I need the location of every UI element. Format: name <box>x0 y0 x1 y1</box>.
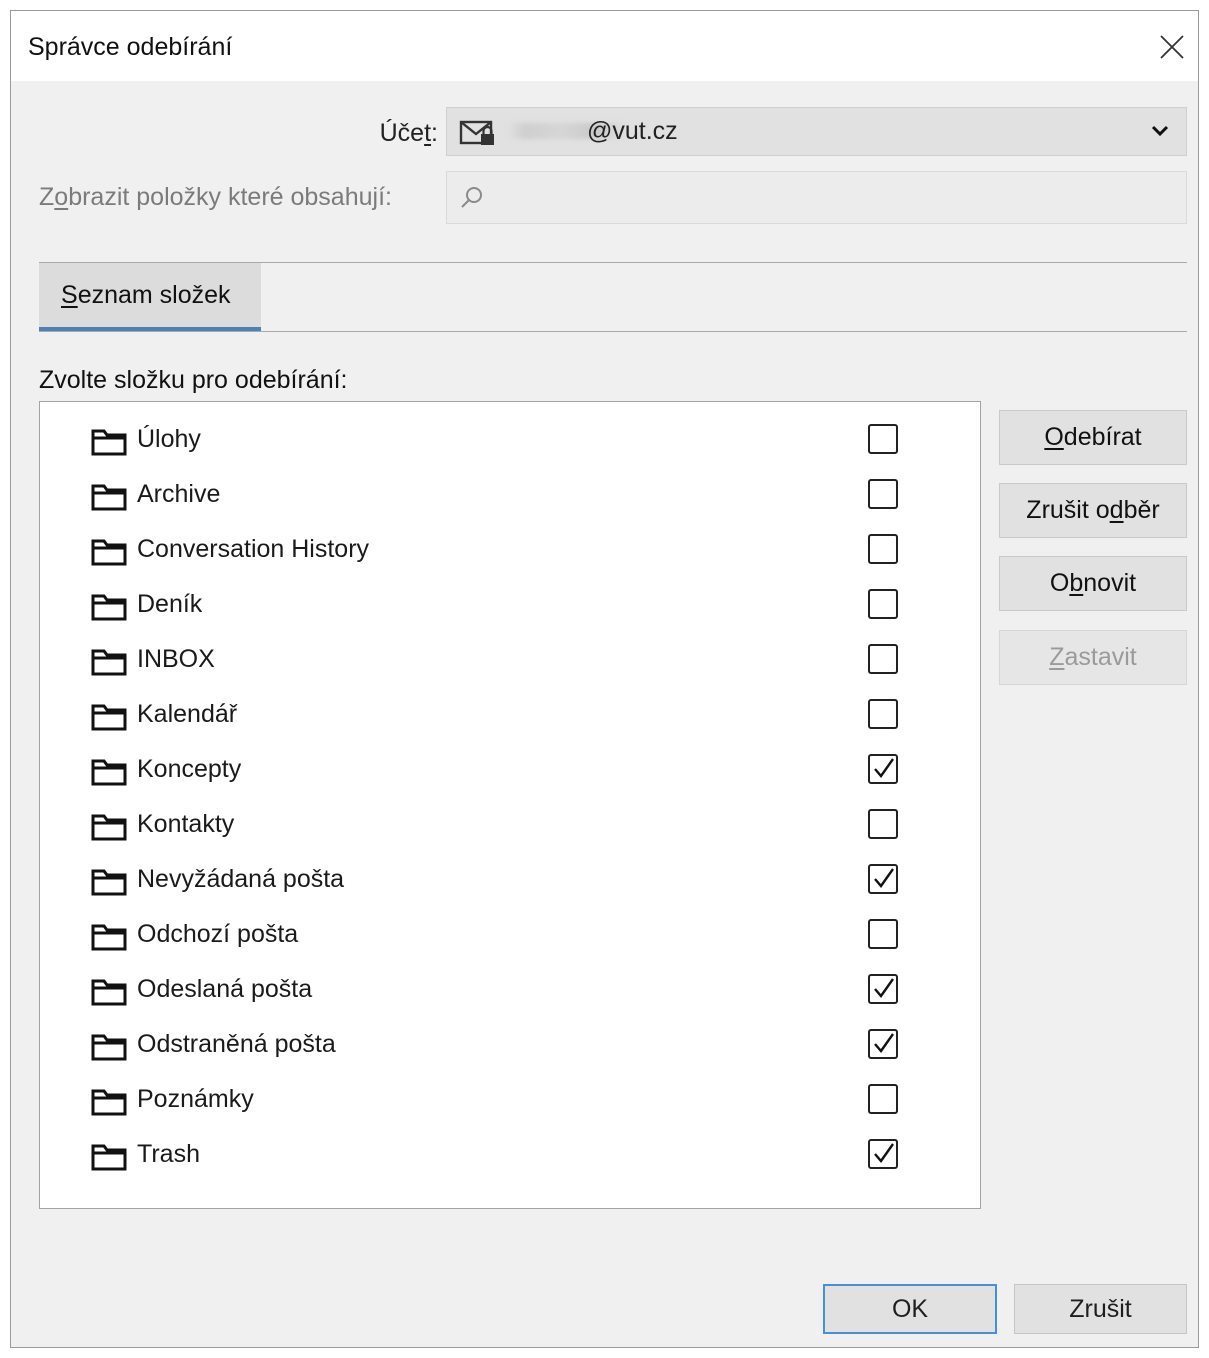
mail-lock-icon <box>459 120 494 145</box>
stop-button[interactable]: Zastavit <box>999 630 1187 685</box>
folder-row[interactable]: Kalendář <box>40 688 980 743</box>
tab-divider-bottom <box>39 331 1187 332</box>
search-icon <box>461 187 482 208</box>
folder-row[interactable]: INBOX <box>40 633 980 688</box>
folder-row[interactable]: Úlohy <box>40 413 980 468</box>
account-label: Účet: <box>379 119 438 147</box>
tab-label: Seznam složek <box>61 281 231 309</box>
subscribe-checkbox[interactable] <box>868 534 898 564</box>
folder-name: Archive <box>137 480 221 508</box>
folder-row[interactable]: Poznámky <box>40 1073 980 1128</box>
subscribe-checkbox[interactable] <box>868 1084 898 1114</box>
folder-icon <box>91 702 127 737</box>
folder-list-label: Zvolte složku pro odebírání: <box>39 366 348 394</box>
folder-icon <box>91 867 127 902</box>
folder-row[interactable]: Conversation History <box>40 523 980 578</box>
folder-name: Conversation History <box>137 535 370 563</box>
folder-row[interactable]: Koncepty <box>40 743 980 798</box>
folder-row[interactable]: Deník <box>40 578 980 633</box>
folder-list[interactable]: Úlohy Archive Conversation History Deník INB… <box>39 401 981 1209</box>
subscribe-checkbox[interactable] <box>868 1029 898 1059</box>
folder-name: Trash <box>137 1140 200 1168</box>
title-bar: Správce odebírání <box>11 11 1198 81</box>
tab-folder-list[interactable]: Seznam složek <box>39 263 261 331</box>
folder-icon <box>91 1087 127 1122</box>
subscribe-checkbox[interactable] <box>868 919 898 949</box>
subscribe-checkbox[interactable] <box>868 424 898 454</box>
folder-name: INBOX <box>137 645 215 673</box>
folder-name: Odeslaná pošta <box>137 975 313 1003</box>
folder-icon <box>91 1032 127 1067</box>
folder-name: Kalendář <box>137 700 238 728</box>
folder-icon <box>91 1142 127 1177</box>
subscription-manager-dialog: Správce odebírání Účet: @vut.cz Zobrazit… <box>10 10 1199 1348</box>
folder-icon <box>91 977 127 1012</box>
filter-label: Zobrazit položky které obsahují: <box>39 183 392 211</box>
folder-name: Kontakty <box>137 810 235 838</box>
subscribe-checkbox[interactable] <box>868 1139 898 1169</box>
folder-name: Úlohy <box>137 425 201 453</box>
chevron-down-icon <box>1151 125 1169 137</box>
folder-row[interactable]: Kontakty <box>40 798 980 853</box>
subscribe-checkbox[interactable] <box>868 479 898 509</box>
account-dropdown[interactable]: @vut.cz <box>446 107 1187 156</box>
unsubscribe-button[interactable]: Zrušit odběr <box>999 483 1187 538</box>
folder-icon <box>91 427 127 462</box>
ok-button[interactable]: OK <box>823 1284 997 1334</box>
filter-search-box[interactable] <box>446 171 1187 224</box>
folder-icon <box>91 592 127 627</box>
cancel-button[interactable]: Zrušit <box>1014 1284 1187 1334</box>
folder-row[interactable]: Trash <box>40 1128 980 1183</box>
folder-name: Koncepty <box>137 755 242 783</box>
subscribe-checkbox[interactable] <box>868 644 898 674</box>
subscribe-button[interactable]: Odebírat <box>999 410 1187 465</box>
account-value: @vut.cz <box>587 117 678 145</box>
folder-row[interactable]: Odchozí pošta <box>40 908 980 963</box>
close-icon <box>1160 35 1184 59</box>
subscribe-checkbox[interactable] <box>868 589 898 619</box>
window-title: Správce odebírání <box>28 33 233 61</box>
folder-icon <box>91 647 127 682</box>
subscribe-checkbox[interactable] <box>868 809 898 839</box>
folder-row[interactable]: Odstraněná pošta <box>40 1018 980 1073</box>
subscribe-checkbox[interactable] <box>868 754 898 784</box>
folder-icon <box>91 482 127 517</box>
subscribe-checkbox[interactable] <box>868 864 898 894</box>
folder-row[interactable]: Odeslaná pošta <box>40 963 980 1018</box>
close-button[interactable] <box>1152 27 1192 67</box>
folder-name: Nevyžádaná pošta <box>137 865 345 893</box>
folder-icon <box>91 812 127 847</box>
folder-row[interactable]: Nevyžádaná pošta <box>40 853 980 908</box>
subscribe-checkbox[interactable] <box>868 699 898 729</box>
folder-name: Deník <box>137 590 203 618</box>
subscribe-checkbox[interactable] <box>868 974 898 1004</box>
folder-icon <box>91 537 127 572</box>
refresh-button[interactable]: Obnovit <box>999 556 1187 611</box>
folder-row[interactable]: Archive <box>40 468 980 523</box>
folder-icon <box>91 922 127 957</box>
folder-name: Odstraněná pošta <box>137 1030 336 1058</box>
filter-input[interactable] <box>497 180 1171 216</box>
folder-icon <box>91 757 127 792</box>
folder-name: Odchozí pošta <box>137 920 299 948</box>
folder-name: Poznámky <box>137 1085 254 1113</box>
